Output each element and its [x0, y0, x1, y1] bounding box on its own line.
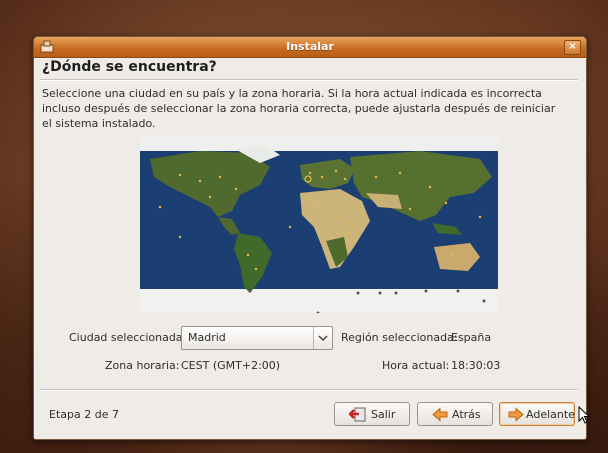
close-button[interactable]: ×	[564, 40, 581, 55]
city-label: Ciudad seleccionada:	[69, 331, 187, 344]
timezone-world-map[interactable]	[140, 137, 498, 313]
exit-icon	[349, 407, 366, 422]
window-title: Instalar	[286, 40, 334, 53]
time-label: Hora actual:	[382, 359, 450, 372]
city-combo[interactable]: Madrid	[181, 326, 333, 350]
back-button[interactable]: Atrás	[417, 402, 493, 426]
forward-label: Adelante	[526, 408, 575, 421]
header-separator	[40, 79, 578, 81]
title-bar[interactable]: Instalar ×	[34, 37, 586, 58]
installer-window: Instalar × ¿Dónde se encuentra? Seleccio…	[33, 36, 587, 440]
timezone-value: CEST (GMT+2:00)	[181, 359, 281, 372]
timezone-label: Zona horaria:	[105, 359, 180, 372]
city-value: Madrid	[188, 331, 226, 344]
time-value: 18:30:03	[451, 359, 501, 372]
instructions-text: Seleccione una ciudad en su país y la zo…	[42, 87, 556, 130]
forward-button[interactable]: Adelante	[499, 402, 575, 426]
mouse-pointer-icon	[578, 406, 590, 424]
region-label: Región seleccionada:	[341, 331, 458, 344]
quit-button[interactable]: Salir	[334, 402, 410, 426]
close-icon: ×	[568, 41, 577, 52]
step-indicator: Etapa 2 de 7	[49, 408, 119, 421]
back-label: Atrás	[452, 408, 481, 421]
region-value: España	[451, 331, 492, 344]
page-heading: ¿Dónde se encuentra?	[42, 59, 217, 75]
chevron-down-icon	[313, 327, 332, 349]
quit-label: Salir	[371, 408, 396, 421]
arrow-right-icon	[508, 407, 524, 422]
arrow-left-icon	[432, 407, 448, 422]
footer-separator	[40, 389, 578, 391]
